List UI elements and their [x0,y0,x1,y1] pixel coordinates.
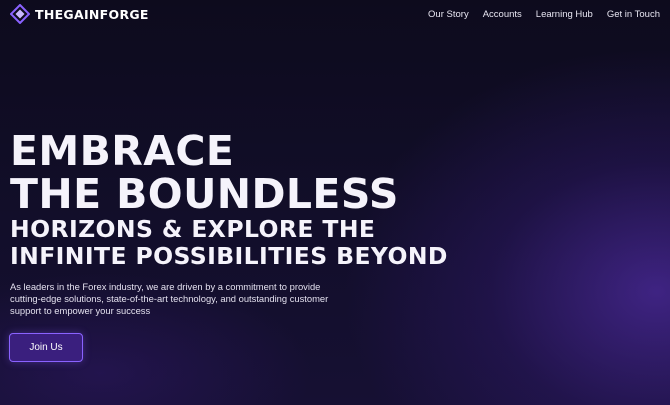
brand-name: THEGAINFORGE [35,6,149,22]
description-line-1: As leaders in the Forex industry, we are… [10,281,321,292]
top-navigation: THEGAINFORGE Our Story Accounts Learning… [0,0,670,28]
hero-description: As leaders in the Forex industry, we are… [10,281,400,318]
nav-link-get-in-touch[interactable]: Get in Touch [607,9,660,20]
headline-line-3: HORIZONS & EXPLORE THE [10,215,376,243]
join-us-button[interactable]: Join Us [9,333,83,362]
description-line-3: support to empower your success [10,305,151,317]
diamond-logo-icon [10,4,30,24]
nav-links: Our Story Accounts Learning Hub Get in T… [428,9,660,20]
headline-line-2: THE BOUNDLESS [10,170,399,218]
nav-link-accounts[interactable]: Accounts [483,9,522,20]
nav-link-our-story[interactable]: Our Story [428,9,469,20]
description-line-2: cutting-edge solutions, state-of-the-art… [10,293,329,305]
headline-line-4: INFINITE POSSIBILITIES BEYOND [10,242,448,270]
brand-logo[interactable]: THEGAINFORGE [10,4,149,24]
nav-link-learning-hub[interactable]: Learning Hub [536,9,593,20]
hero-headline: EMBRACE THE BOUNDLESS HORIZONS & EXPLORE… [10,130,448,270]
headline-line-1: EMBRACE [10,127,235,175]
